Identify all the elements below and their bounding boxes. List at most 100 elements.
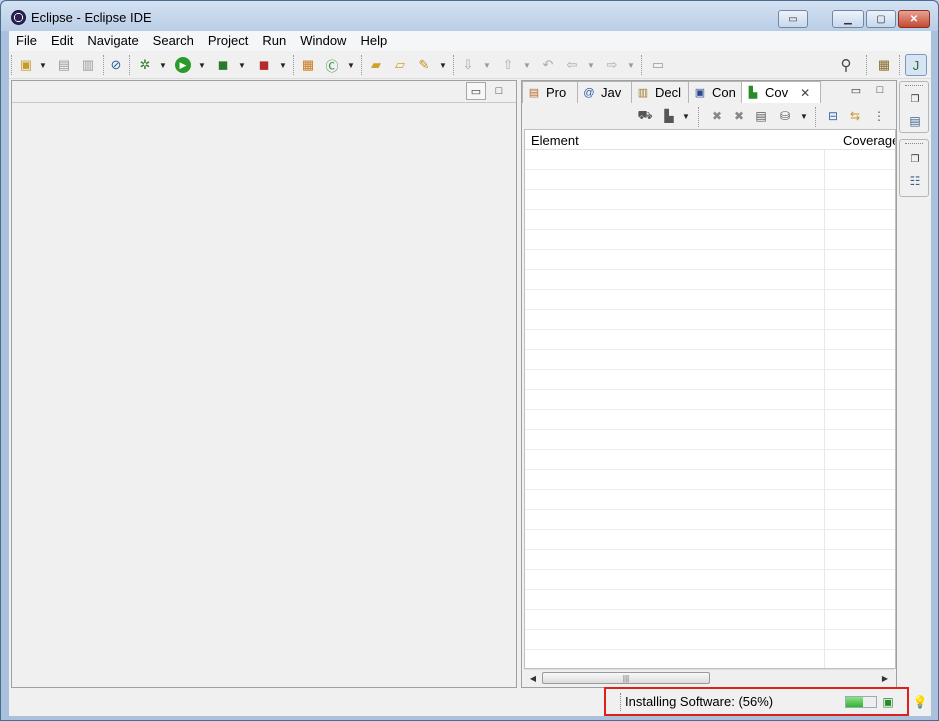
toolbar-separator [361,55,362,75]
maximize-view-button[interactable]: □ [870,81,890,99]
coverage-table: Element Coverage [524,129,896,669]
open-task-icon[interactable]: ▱ [391,56,409,74]
external-tools-dropdown[interactable]: ▼ [279,57,287,73]
collapse-all-icon[interactable]: ⊟ [824,107,842,125]
maximize-editor-button[interactable]: □ [489,82,509,100]
forward-dropdown[interactable]: ▼ [627,57,635,73]
column-header-coverage[interactable]: Coverage [843,133,895,148]
toolbar-separator [453,55,454,75]
tab-label: Jav [601,85,622,100]
column-separator [824,130,825,668]
view-menu-icon[interactable]: ⋮ [870,107,888,125]
merge-sessions-icon[interactable]: ▙ [660,107,678,125]
debug-icon[interactable]: ✲ [136,56,154,74]
new-java-class-icon[interactable]: Ⓒ [323,56,341,74]
close-button[interactable]: ✕ [898,10,930,28]
new-dropdown[interactable]: ▼ [39,57,47,73]
menu-edit[interactable]: Edit [44,31,80,51]
menu-help[interactable]: Help [353,31,394,51]
new-class-dropdown[interactable]: ▼ [347,57,355,73]
restore-layout-button[interactable]: ▭ [778,10,808,28]
menu-file[interactable]: File [9,31,44,51]
toolbar-separator [866,55,867,75]
trim-handle[interactable] [905,143,923,144]
menu-run[interactable]: Run [255,31,293,51]
restore-icon[interactable]: ❐ [906,150,924,168]
title-bar: Eclipse - Eclipse IDE ▭ ▁ ▢ ✕ [1,1,938,31]
scroll-right-arrow[interactable]: ▶ [879,672,891,684]
status-bar: Installing Software: (56%) ▣ 💡 [9,687,931,716]
toolbar-separator [641,55,642,75]
debug-dropdown[interactable]: ▼ [159,57,167,73]
menu-window[interactable]: Window [293,31,353,51]
tab-label: Pro [546,85,567,100]
horizontal-scrollbar[interactable]: ◀ ||| ▶ [524,669,894,686]
status-text[interactable]: Installing Software: (56%) [625,694,773,709]
column-header-element[interactable]: Element [531,133,579,148]
java-perspective-icon[interactable]: J [905,54,927,76]
external-tools-icon[interactable]: ◼ [255,56,273,74]
next-annotation-icon[interactable]: ⇩ [459,56,477,74]
new-icon[interactable]: ▣ [17,56,35,74]
task-list-icon[interactable]: ☷ [906,172,924,190]
editor-area: ▭ □ [11,80,517,688]
dump-execution-data-icon[interactable]: ⛁ [776,107,794,125]
next-annotation-dropdown[interactable]: ▼ [483,57,491,73]
table-header: Element Coverage [525,130,895,150]
search-references-icon[interactable]: ✎ [415,56,433,74]
minimize-editor-button[interactable]: ▭ [466,82,486,100]
coverage-dropdown[interactable]: ▼ [238,57,246,73]
workbench-area: ▭ □ ▤ Pro @ Jav ▥ Decl ▣ Con ▙ Cov ✕ ▭ □… [9,79,931,689]
previous-annotation-dropdown[interactable]: ▼ [523,57,531,73]
editor-area-header: ▭ □ [12,81,516,103]
link-with-selection-icon[interactable]: ⇆ [846,107,864,125]
scroll-left-arrow[interactable]: ◀ [527,672,539,684]
previous-annotation-icon[interactable]: ⇧ [499,56,517,74]
menu-search[interactable]: Search [146,31,201,51]
menu-project[interactable]: Project [201,31,255,51]
last-edit-location-icon[interactable]: ↶ [539,56,557,74]
run-dropdown[interactable]: ▼ [198,57,206,73]
open-perspective-icon[interactable]: ▦ [875,56,893,74]
merge-sessions-dropdown[interactable]: ▼ [682,108,690,124]
tab-javadoc[interactable]: @ Jav [577,81,632,103]
tab-declaration[interactable]: ▥ Decl [631,81,689,103]
save-all-icon[interactable]: ▥ [79,56,97,74]
minimize-view-button[interactable]: ▭ [846,81,866,99]
remove-all-sessions-icon[interactable]: ✖ [730,107,748,125]
open-type-icon[interactable]: ▰ [367,56,385,74]
remove-session-icon[interactable]: ✖ [708,107,726,125]
progress-fill [846,697,863,707]
progress-view-icon[interactable]: ▣ [879,693,897,711]
pin-editor-icon[interactable]: ▭ [649,56,667,74]
close-tab-icon[interactable]: ✕ [800,86,810,100]
search-dropdown[interactable]: ▼ [439,57,447,73]
new-java-package-icon[interactable]: ▦ [299,56,317,74]
relaunch-icon[interactable]: ⛟ [636,107,654,125]
tab-label: Con [712,85,736,100]
forward-icon[interactable]: ⇨ [603,56,621,74]
tab-console[interactable]: ▣ Con [688,81,742,103]
menu-navigate[interactable]: Navigate [80,31,145,51]
tab-label: Cov [765,85,789,100]
tip-bulb-icon[interactable]: 💡 [911,693,929,711]
back-dropdown[interactable]: ▼ [587,57,595,73]
scrollbar-thumb[interactable]: ||| [542,672,710,684]
tab-label: Decl [655,85,682,100]
select-session-icon[interactable]: ▤ [752,107,770,125]
restore-icon[interactable]: ❐ [906,90,924,108]
run-icon[interactable]: ▶ [175,57,191,73]
skip-breakpoints-icon[interactable]: ⊘ [107,56,125,74]
search-icon[interactable]: ⚲ [837,56,855,74]
save-icon[interactable]: ▤ [55,56,73,74]
progress-bar[interactable] [845,696,877,708]
coverage-icon[interactable]: ◼ [214,56,232,74]
tab-coverage[interactable]: ▙ Cov ✕ [741,81,821,103]
tab-project-explorer[interactable]: ▤ Pro [522,81,578,103]
trim-handle[interactable] [905,85,923,86]
maximize-button[interactable]: ▢ [866,10,896,28]
minimize-button[interactable]: ▁ [832,10,864,28]
outline-view-icon[interactable]: ▤ [906,112,924,130]
dump-dropdown[interactable]: ▼ [800,108,808,124]
back-icon[interactable]: ⇦ [563,56,581,74]
